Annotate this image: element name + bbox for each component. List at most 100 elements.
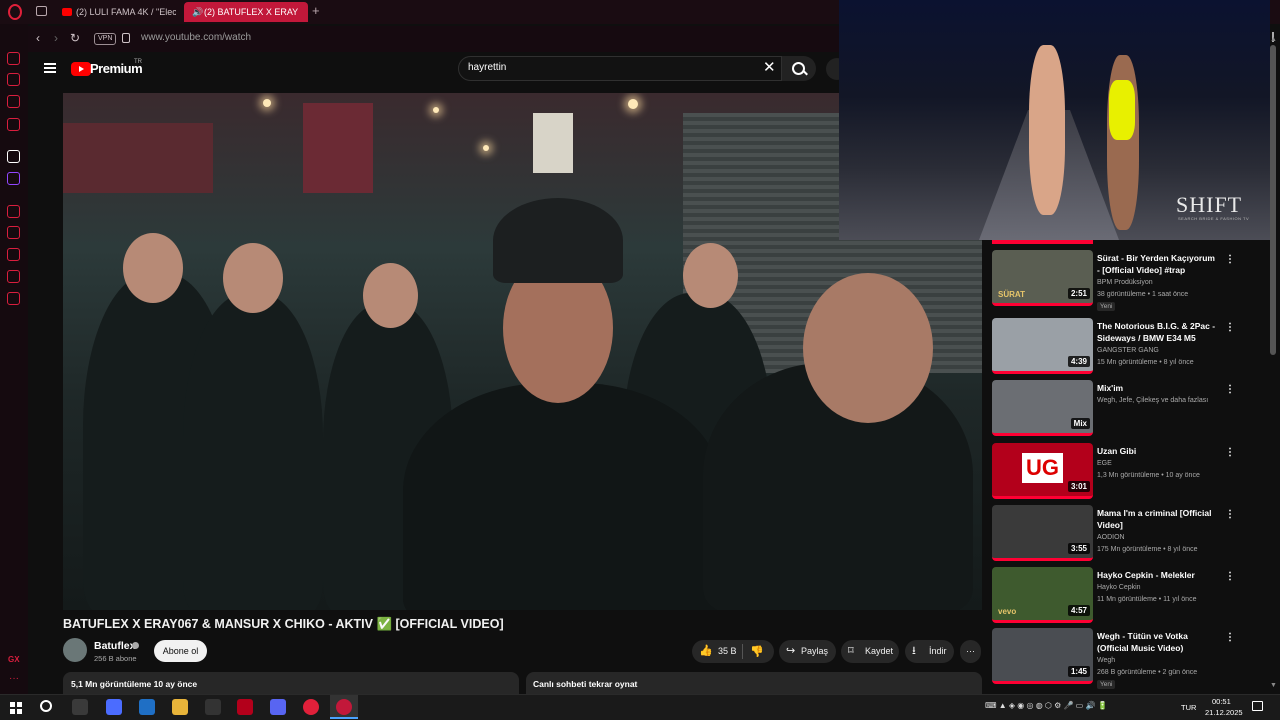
scroll-up-icon[interactable]: ▲ <box>1270 36 1277 43</box>
new-tab-button[interactable]: + <box>312 4 320 18</box>
share-button[interactable]: ↪ Paylaş <box>779 640 836 663</box>
video-editor-icon[interactable] <box>237 699 253 715</box>
recommendation-channel[interactable]: Wegh <box>1097 657 1115 664</box>
lock-icon[interactable] <box>122 33 130 43</box>
settings-icon[interactable] <box>7 292 20 305</box>
duration-badge: 2:51 <box>1067 288 1090 299</box>
url-text[interactable]: www.youtube.com/watch <box>141 32 251 43</box>
clear-search-icon[interactable]: ✕ <box>763 60 776 76</box>
extensions-icon[interactable] <box>7 270 20 283</box>
recommendation-channel[interactable]: AODION <box>1097 534 1125 541</box>
task-view-icon[interactable] <box>72 699 88 715</box>
recommendation-thumbnail[interactable]: 1:45 <box>992 628 1093 684</box>
vpn-badge[interactable]: VPN <box>94 33 117 45</box>
more-options-icon[interactable]: ⋮ <box>1225 254 1235 265</box>
thumbnail-text: vevo <box>998 607 1017 616</box>
more-options-icon[interactable]: ⋮ <box>1225 509 1235 520</box>
mail-icon[interactable] <box>139 699 155 715</box>
messenger-icon[interactable] <box>7 52 20 65</box>
black-cap <box>493 198 623 283</box>
recommendation-thumbnail[interactable]: Mix <box>992 380 1093 436</box>
more-options-icon[interactable]: ⋮ <box>1225 322 1235 333</box>
language-indicator[interactable]: TUR <box>1181 703 1196 712</box>
copilot-icon[interactable] <box>106 699 122 715</box>
twitch-icon[interactable] <box>7 172 20 185</box>
recommendation-title[interactable]: Mama I'm a criminal [Official Video] <box>1097 507 1217 531</box>
recommendation-item[interactable]: 3:55 Mama I'm a criminal [Official Video]… <box>992 505 1262 565</box>
recommendation-channel[interactable]: BPM Prodüksiyon <box>1097 279 1153 286</box>
scroll-down-icon[interactable]: ▼ <box>1270 682 1277 689</box>
recommendation-title[interactable]: Wegh - Tütün ve Votka (Official Music Vi… <box>1097 630 1217 654</box>
recommendation-thumbnail[interactable]: SÜRAT 2:51 <box>992 250 1093 306</box>
recommendation-item[interactable]: 1:45 Wegh - Tütün ve Votka (Official Musi… <box>992 628 1262 689</box>
recommendation-channel[interactable]: GANGSTER GANG <box>1097 347 1159 354</box>
recommendation-meta: 38 görüntüleme • 1 saat önce <box>1097 291 1189 298</box>
recommendation-title[interactable]: Uzan Gibi <box>1097 445 1217 457</box>
sidebar-more-button[interactable]: ··· <box>9 673 19 684</box>
history-icon[interactable] <box>7 248 20 261</box>
opera-icon[interactable] <box>303 699 319 715</box>
system-tray[interactable]: ⌨ ▲ ◈ ◉ ◎ ◍ ⬡ ⚙ 🎤 ▭ 🔊 🔋 <box>985 701 1108 710</box>
thumbs-down-icon[interactable]: 👎 <box>750 645 764 658</box>
player-icon[interactable] <box>7 205 20 218</box>
opera-logo-icon[interactable] <box>8 4 22 20</box>
recommendation-item[interactable]: Mix Mix'im ⋮ Wegh, Jefe, Çilekeş ve daha fa… <box>992 380 1262 440</box>
search-button[interactable] <box>782 56 816 81</box>
tiktok-icon[interactable] <box>7 150 20 163</box>
search-icon[interactable] <box>40 700 52 712</box>
clock-date[interactable]: 21.12.2025 <box>1205 708 1243 717</box>
street-light <box>263 99 271 107</box>
more-actions-button[interactable]: ··· <box>960 640 981 663</box>
more-options-icon[interactable]: ⋮ <box>1225 632 1235 643</box>
pin-icon[interactable] <box>7 226 20 239</box>
tab-manager-icon[interactable] <box>36 6 47 16</box>
notification-icon[interactable] <box>1252 701 1263 711</box>
channel-avatar[interactable] <box>63 638 87 662</box>
more-options-icon[interactable]: ⋮ <box>1225 447 1235 458</box>
recommendation-item[interactable]: UG 3:01 Uzan Gibi ⋮ EGE 1,3 Mn görüntüleme • … <box>992 443 1262 503</box>
search-input[interactable] <box>458 56 782 81</box>
obs-icon[interactable] <box>205 699 221 715</box>
discord-icon[interactable] <box>270 699 286 715</box>
recommendation-title[interactable]: Hayko Cepkin - Melekler <box>1097 569 1217 581</box>
reload-button[interactable]: ↻ <box>70 30 80 46</box>
audio-playing-icon: 🔊 <box>192 7 204 17</box>
recommendation-channel[interactable]: EGE <box>1097 460 1112 467</box>
scrollbar[interactable] <box>1270 45 1276 355</box>
recommendation-title[interactable]: The Notorious B.I.G. & 2Pac - Sideways /… <box>1097 320 1217 344</box>
download-button[interactable]: ⭳ İndir <box>905 640 954 663</box>
forward-button[interactable]: › <box>54 30 58 46</box>
save-label: Kaydet <box>865 646 894 656</box>
opera-gx-icon[interactable] <box>336 699 352 715</box>
back-button[interactable]: ‹ <box>36 30 40 46</box>
youtube-logo-icon[interactable] <box>71 62 91 76</box>
vk-icon[interactable] <box>7 118 20 131</box>
youtube-favicon-icon <box>62 8 72 16</box>
gx-label[interactable]: GX <box>8 655 20 664</box>
clock-time[interactable]: 00:51 <box>1212 697 1231 706</box>
recommendation-item[interactable]: vevo 4:57 Hayko Cepkin - Melekler ⋮ Hayko Ce… <box>992 567 1262 627</box>
more-options-icon[interactable]: ⋮ <box>1225 571 1235 582</box>
more-options-icon[interactable]: ⋮ <box>1225 384 1235 395</box>
browser-tab[interactable]: (2) LULI FAMA 4K / "Elect <box>56 2 176 22</box>
recommendation-thumbnail[interactable]: 3:55 <box>992 505 1093 561</box>
recommendation-channel[interactable]: Wegh, Jefe, Çilekeş ve daha fazlası <box>1097 397 1208 404</box>
whatsapp-icon[interactable] <box>7 95 20 108</box>
search-input-value[interactable]: hayrettin <box>468 62 506 73</box>
recommendation-thumbnail[interactable]: vevo 4:57 <box>992 567 1093 623</box>
recommendation-channel[interactable]: Hayko Cepkin <box>1097 584 1141 591</box>
channel-name[interactable]: Batuflex <box>94 640 135 652</box>
file-explorer-icon[interactable] <box>172 699 188 715</box>
subscribe-button[interactable]: Abone ol <box>154 640 207 662</box>
recommendation-thumbnail[interactable]: 4:39 <box>992 318 1093 374</box>
recommendation-title[interactable]: Sürat - Bir Yerden Kaçıyorum - [Official… <box>1097 252 1217 276</box>
start-icon[interactable] <box>10 702 22 714</box>
recommendation-thumbnail[interactable]: UG 3:01 <box>992 443 1093 499</box>
instagram-icon[interactable] <box>7 73 20 86</box>
recommendation-item[interactable]: 4:39 The Notorious B.I.G. & 2Pac - Sidewa… <box>992 318 1262 378</box>
menu-icon[interactable] <box>44 63 56 73</box>
recommendation-item[interactable]: SÜRAT 2:51 Sürat - Bir Yerden Kaçıyorum - … <box>992 250 1262 311</box>
browser-tab-active[interactable]: 🔊 (2) BATUFLEX X ERAY <box>184 2 308 22</box>
save-button[interactable]: ⌑ Kaydet <box>841 640 899 663</box>
recommendation-title[interactable]: Mix'im <box>1097 382 1217 394</box>
